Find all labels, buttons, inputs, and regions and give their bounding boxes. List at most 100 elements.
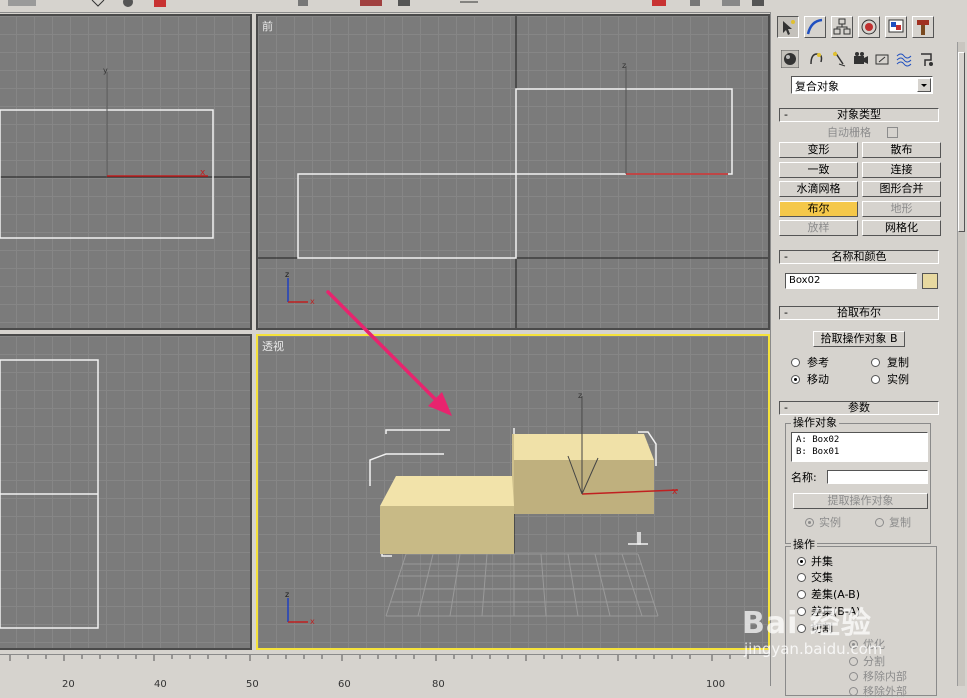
tab-modify[interactable] [804,16,826,38]
spacewarps-icon[interactable] [895,50,913,68]
svg-text:x: x [310,617,315,626]
shapes-icon[interactable] [807,50,825,68]
hammer-icon [917,20,929,35]
modify-icon [806,18,823,35]
radio-intersection[interactable] [797,573,806,582]
loft-button[interactable]: 放样 [779,220,858,236]
create-icon [783,20,795,35]
radio-extract-instance-label: 实例 [819,516,841,529]
ruler-ticks [9,655,749,661]
radio-extract-copy[interactable] [875,518,884,527]
conform-button[interactable]: 一致 [779,162,858,178]
systems-icon[interactable] [917,50,935,68]
radio-extract-copy-label: 复制 [889,516,911,529]
radio-copy[interactable] [871,358,880,367]
timeline-ruler[interactable]: 20 40 50 60 80 100 [0,654,770,690]
motion-icon [861,19,877,35]
hierarchy-icon [833,18,851,35]
operation-group-title: 操作 [791,538,817,551]
helpers-icon[interactable] [873,50,891,68]
axis-tripod-front: z x [285,270,315,306]
tab-hierarchy[interactable] [831,16,853,38]
watermark: Bai 经验 jingyan.baidu.com [742,598,922,668]
radio-union-label: 并集 [811,555,833,568]
svg-text:x: x [672,487,678,497]
front-scene: z z x [258,16,768,328]
home-grid [385,553,659,617]
rollout-title: 拾取布尔 [837,306,881,319]
rollout-header-pick-boolean[interactable]: - 拾取布尔 [779,306,939,320]
tab-utilities[interactable] [912,16,934,38]
scatter-button[interactable]: 散布 [862,142,941,158]
viewport-front[interactable]: 前 z z x [256,14,770,330]
radio-intersection-label: 交集 [811,571,833,584]
rollout-header-object-type[interactable]: - 对象类型 [779,108,939,122]
viewport-perspective[interactable]: 透视 x z z x [256,334,770,650]
command-panel: 复合对象 - 对象类型 自动栅格 变形 散布 一致 连接 水滴网格 图形合并 布… [770,12,967,698]
rollout-title: 名称和颜色 [831,250,887,263]
operand-name-field[interactable] [827,470,928,484]
tab-display[interactable] [885,16,907,38]
autogrid-label: 自动栅格 [827,126,871,139]
rollout-title: 对象类型 [837,108,881,121]
extract-operand-button[interactable]: 提取操作对象 [793,493,928,509]
shapemerge-button[interactable]: 图形合并 [862,181,941,197]
rollout-header-name-color[interactable]: - 名称和颜色 [779,250,939,264]
ruler-tick-label: 80 [432,679,445,690]
category-dropdown-value: 复合对象 [795,80,839,93]
geometry-icon[interactable] [781,50,799,68]
radio-remove-outside[interactable] [849,687,858,696]
radio-union[interactable] [797,557,806,566]
terrain-button[interactable]: 地形 [862,201,941,217]
radio-move-label: 移动 [807,373,829,386]
radio-remove-inside-label: 移除内部 [863,670,907,683]
object-name-field[interactable]: Box02 [785,273,917,289]
bottom-left-scene [0,359,99,629]
boolean-button[interactable]: 布尔 [779,201,858,217]
watermark-url: jingyan.baidu.com [744,640,883,658]
lights-icon[interactable] [829,50,847,68]
dropdown-arrow-button[interactable] [917,78,931,92]
radio-reference-label: 参考 [807,356,829,369]
mesher-button[interactable]: 网格化 [862,220,941,236]
svg-text:x: x [310,297,315,306]
connect-button[interactable]: 连接 [862,162,941,178]
radio-move[interactable] [791,375,800,384]
ruler-tick-label: 20 [62,679,75,690]
cameras-icon[interactable] [851,50,869,68]
autogrid-checkbox[interactable] [887,127,898,138]
radio-remove-inside[interactable] [849,672,858,681]
operands-group-title: 操作对象 [791,416,839,429]
svg-text:x: x [200,168,206,178]
radio-reference[interactable] [791,358,800,367]
axis-tripod-perspective: z x [285,590,315,626]
operand-a[interactable]: A: Box02 [796,434,839,446]
watermark-logo: Bai 经验 [742,606,872,641]
tab-create[interactable] [777,16,799,38]
svg-text:z: z [622,61,626,70]
viewport-bottom-left[interactable] [0,334,252,650]
category-dropdown[interactable]: 复合对象 [791,76,933,94]
svg-text:z: z [578,391,582,400]
svg-text:z: z [285,590,289,599]
operand-name-label: 名称: [791,471,817,484]
radio-extract-instance[interactable] [805,518,814,527]
top-left-scene: y x [0,66,250,239]
morph-button[interactable]: 变形 [779,142,858,158]
tab-motion[interactable] [858,16,880,38]
object-color-swatch[interactable] [922,273,938,289]
panel-scrollbar[interactable] [957,42,965,686]
radio-remove-outside-label: 移除外部 [863,685,907,698]
perspective-scene: x z z x [285,391,679,626]
ruler-tick-label: 60 [338,679,351,690]
pick-operand-b-button[interactable]: 拾取操作对象 B [813,331,905,347]
ruler-tick-label: 100 [706,679,726,690]
viewport-top-left[interactable]: y x [0,14,252,330]
rollout-header-parameters[interactable]: - 参数 [779,401,939,415]
blobmesh-button[interactable]: 水滴网格 [779,181,858,197]
operands-list[interactable]: A: Box02 B: Box01 [791,432,928,462]
operand-b[interactable]: B: Box01 [796,446,839,458]
radio-instance[interactable] [871,375,880,384]
svg-text:z: z [285,270,289,279]
panel-scrollbar-thumb[interactable] [958,52,965,232]
